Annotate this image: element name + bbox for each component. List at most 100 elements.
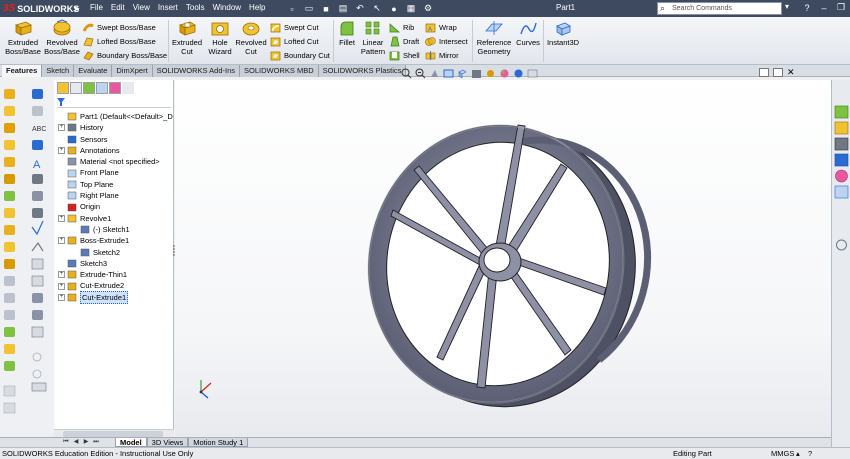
tab-sketch[interactable]: Sketch xyxy=(42,65,75,77)
first-tab-icon[interactable]: ⏮ xyxy=(62,439,70,446)
swept-cut-button[interactable]: Swept Cut xyxy=(270,21,319,34)
dimxpert-manager-tab-icon[interactable] xyxy=(96,82,108,94)
menu-insert[interactable]: Insert xyxy=(158,3,178,12)
zoom-to-fit-icon[interactable] xyxy=(401,68,412,79)
menu-help[interactable]: Help xyxy=(249,3,265,12)
extruded-cut-button[interactable]: Extruded Cut xyxy=(170,19,204,56)
help-icon[interactable]: ? xyxy=(800,1,814,14)
tree-item[interactable]: Sketch2 xyxy=(58,247,174,258)
edit-appearance-icon[interactable] xyxy=(499,68,510,79)
save-icon[interactable]: ■ xyxy=(319,2,333,15)
fillet-button[interactable]: Fillet xyxy=(336,19,358,47)
tab-evaluate[interactable]: Evaluate xyxy=(74,65,113,77)
menu-file[interactable]: File xyxy=(90,3,103,12)
tab-features[interactable]: Features xyxy=(2,65,43,77)
quick-tips-icon[interactable]: ? xyxy=(808,448,812,459)
menu-window[interactable]: Window xyxy=(213,3,241,12)
lofted-cut-button[interactable]: Lofted Cut xyxy=(270,35,319,48)
tree-item[interactable]: Material <not specified> xyxy=(58,156,174,167)
last-tab-icon[interactable]: ⏭ xyxy=(92,439,100,446)
revolved-boss-button[interactable]: Revolved Boss/Base xyxy=(44,19,80,56)
previous-view-icon[interactable] xyxy=(429,68,440,79)
boundary-boss-button[interactable]: Boundary Boss/Base xyxy=(83,49,167,62)
tree-item[interactable]: + Revolve1 xyxy=(58,213,174,224)
tab-dimxpert[interactable]: DimXpert xyxy=(112,65,153,77)
tree-item[interactable]: Part1 (Default<<Default>_D xyxy=(58,111,174,122)
tab-model[interactable]: Model xyxy=(115,438,147,447)
draft-button[interactable]: Draft xyxy=(389,35,419,48)
tree-item[interactable]: Front Plane xyxy=(58,167,174,178)
tree-item[interactable]: (-) Sketch1 xyxy=(58,224,174,235)
tree-item[interactable]: + Boss-Extrude1 xyxy=(58,235,174,246)
section-view-icon[interactable] xyxy=(443,68,454,79)
open-icon[interactable]: ▭ xyxy=(302,2,316,15)
view-settings-icon[interactable] xyxy=(527,68,538,79)
more-tabs-icon[interactable] xyxy=(122,82,134,94)
display-style-icon[interactable] xyxy=(471,68,482,79)
expand-icon[interactable]: + xyxy=(58,282,65,290)
lofted-boss-button[interactable]: Lofted Boss/Base xyxy=(83,35,156,48)
tree-item[interactable]: Top Plane xyxy=(58,179,174,190)
wrap-button[interactable]: A Wrap xyxy=(425,21,457,34)
feature-filter[interactable] xyxy=(57,98,171,108)
curves-button[interactable]: Curves xyxy=(515,19,541,47)
task-pane-expand-icon[interactable] xyxy=(832,235,850,255)
boundary-cut-button[interactable]: Boundary Cut xyxy=(270,49,330,62)
view-orientation-icon[interactable] xyxy=(457,68,468,79)
tab-plastics[interactable]: SOLIDWORKS Plastics xyxy=(318,65,407,77)
mirror-button[interactable]: Mirror xyxy=(425,49,459,62)
viewport-restore-icon[interactable] xyxy=(759,68,769,77)
rebuild-icon[interactable]: ● xyxy=(387,2,401,15)
tab-addins[interactable]: SOLIDWORKS Add-Ins xyxy=(152,65,241,77)
restore-icon[interactable]: ❐ xyxy=(834,1,848,14)
unit-system-button[interactable]: MMGS xyxy=(771,448,794,459)
next-tab-icon[interactable]: ▶ xyxy=(82,439,90,446)
tree-item[interactable]: Sketch3 xyxy=(58,258,174,269)
new-document-icon[interactable]: ▫ xyxy=(285,2,299,15)
tree-item[interactable]: + Cut-Extrude1 xyxy=(58,290,174,305)
hole-wizard-button[interactable]: Hole Wizard xyxy=(205,19,235,56)
apply-scene-icon[interactable] xyxy=(513,68,524,79)
previous-tab-icon[interactable]: ◀ xyxy=(72,439,80,446)
tree-item[interactable]: Right Plane xyxy=(58,190,174,201)
rib-button[interactable]: Rib xyxy=(389,21,414,34)
solidworks-logo[interactable]: 3S SOLIDWORKS xyxy=(3,2,79,15)
viewport-close-icon[interactable]: ✕ xyxy=(787,68,797,77)
feature-tree-tab-icon[interactable] xyxy=(57,82,69,94)
tab-motion-study[interactable]: Motion Study 1 xyxy=(188,438,249,447)
graphics-area[interactable] xyxy=(175,80,831,437)
undo-icon[interactable]: ↶ xyxy=(353,2,367,15)
menu-tools[interactable]: Tools xyxy=(186,3,205,12)
swept-boss-button[interactable]: Swept Boss/Base xyxy=(83,21,156,34)
expand-icon[interactable]: + xyxy=(58,293,65,301)
linear-pattern-button[interactable]: Linear Pattern xyxy=(360,19,386,56)
display-manager-tab-icon[interactable] xyxy=(109,82,121,94)
expand-icon[interactable]: + xyxy=(58,237,65,245)
unit-system-arrow-icon[interactable]: ▴ xyxy=(796,448,800,459)
tree-item[interactable]: + Annotations xyxy=(58,145,174,156)
extruded-boss-button[interactable]: Extruded Boss/Base xyxy=(4,19,42,56)
print-icon[interactable]: ▤ xyxy=(336,2,350,15)
options-icon[interactable]: ⚙ xyxy=(421,2,435,15)
select-icon[interactable]: ↖ xyxy=(370,2,384,15)
tree-item[interactable]: + History xyxy=(58,122,174,133)
search-commands-field[interactable]: ⌕ Search Commands xyxy=(657,2,782,15)
property-manager-tab-icon[interactable] xyxy=(70,82,82,94)
configuration-manager-tab-icon[interactable] xyxy=(83,82,95,94)
tab-3d-views[interactable]: 3D Views xyxy=(146,438,189,447)
help-dropdown-icon[interactable]: ▾ xyxy=(785,2,789,11)
revolved-cut-button[interactable]: Revolved Cut xyxy=(235,19,267,56)
tree-item[interactable]: Sensors xyxy=(58,134,174,145)
minimize-icon[interactable]: – xyxy=(817,1,831,14)
shell-button[interactable]: Shell xyxy=(389,49,420,62)
tree-item[interactable]: Origin xyxy=(58,201,174,212)
menu-view[interactable]: View xyxy=(133,3,150,12)
viewport-maximize-icon[interactable] xyxy=(773,68,783,77)
file-properties-icon[interactable]: ▦ xyxy=(404,2,418,15)
menu-edit[interactable]: Edit xyxy=(111,3,125,12)
instant3d-button[interactable]: Instant3D xyxy=(546,19,580,47)
expand-icon[interactable]: + xyxy=(58,271,65,279)
expand-icon[interactable]: + xyxy=(58,147,65,155)
expand-icon[interactable]: + xyxy=(58,214,65,222)
reference-geometry-button[interactable]: Reference Geometry xyxy=(475,19,513,56)
